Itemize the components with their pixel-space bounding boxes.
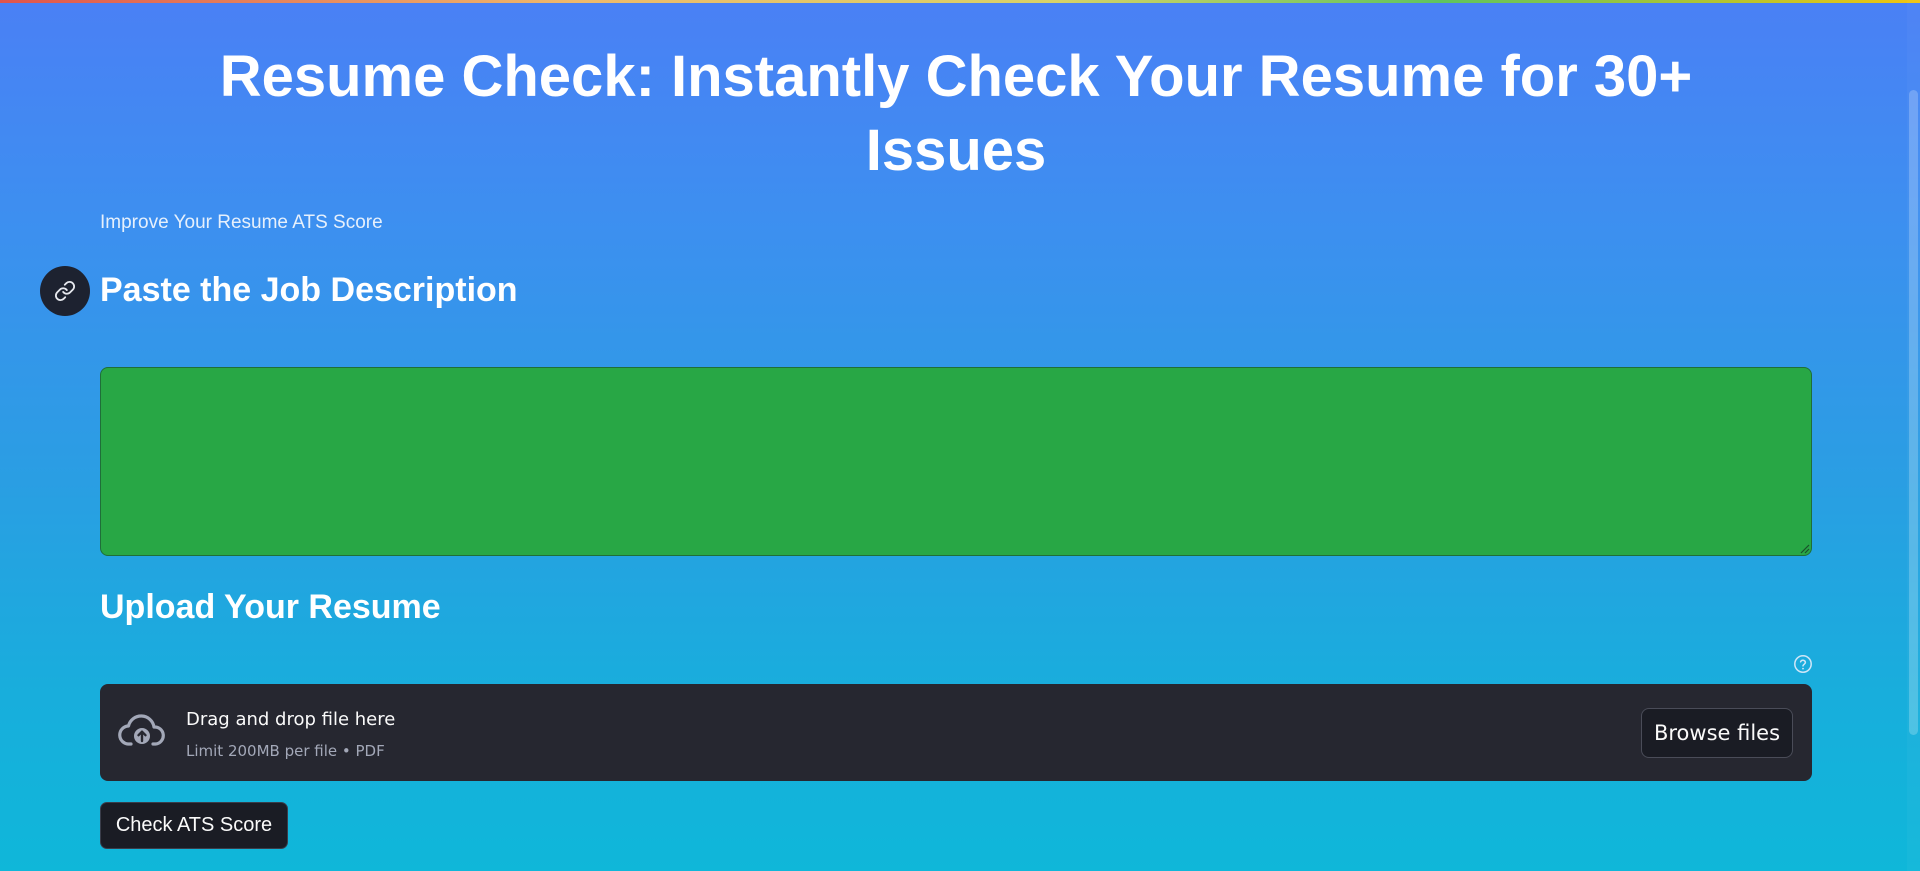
top-decoration-bar [0, 0, 1920, 3]
scrollbar-thumb[interactable] [1909, 90, 1918, 735]
dropzone-label: Drag and drop file here [186, 709, 396, 730]
page-title: Resume Check: Instantly Check Your Resum… [219, 44, 1693, 183]
page-subtitle: Improve Your Resume ATS Score [100, 212, 383, 233]
file-dropzone[interactable]: Drag and drop file here Limit 200MB per … [100, 684, 1812, 781]
question-circle-icon[interactable] [1793, 654, 1813, 674]
heading-anchor-link[interactable] [40, 266, 90, 316]
upload-resume-heading: Upload Your Resume [100, 588, 441, 626]
link-icon [54, 280, 76, 302]
job-description-heading: Paste the Job Description [100, 271, 518, 309]
resize-handle-icon[interactable] [1800, 544, 1810, 554]
dropzone-limit-text: Limit 200MB per file • PDF [186, 742, 385, 760]
page-scrollbar[interactable] [1907, 0, 1920, 871]
check-ats-score-button[interactable]: Check ATS Score [100, 802, 288, 849]
job-description-textarea[interactable] [100, 367, 1812, 556]
cloud-upload-icon [118, 714, 165, 746]
browse-files-button[interactable]: Browse files [1641, 708, 1793, 758]
